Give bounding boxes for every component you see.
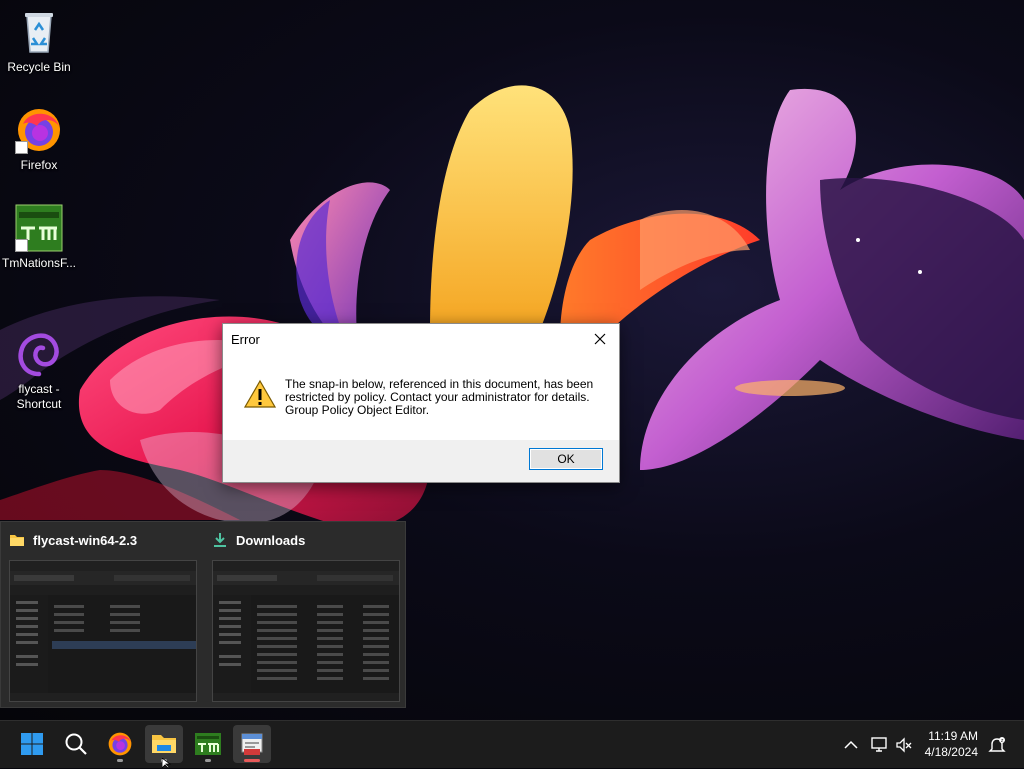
firefox-icon bbox=[15, 106, 63, 154]
shortcut-arrow-icon bbox=[15, 141, 28, 154]
preview-title: flycast-win64-2.3 bbox=[33, 532, 138, 548]
close-button[interactable] bbox=[589, 328, 611, 350]
file-explorer-icon bbox=[152, 735, 176, 753]
firefox-icon bbox=[108, 732, 132, 756]
running-indicator bbox=[117, 759, 123, 762]
taskbar-group-policy-editor[interactable] bbox=[233, 725, 271, 763]
chevron-up-icon bbox=[844, 740, 858, 749]
running-indicator bbox=[205, 759, 211, 762]
download-icon bbox=[212, 532, 228, 548]
desktop-icon-recycle-bin[interactable]: Recycle Bin bbox=[1, 8, 77, 75]
show-hidden-icons-button[interactable] bbox=[840, 721, 862, 769]
dialog-body: The snap-in below, referenced in this do… bbox=[223, 354, 619, 440]
taskbar-tmnations[interactable] bbox=[189, 725, 227, 763]
mouse-cursor-icon bbox=[162, 758, 172, 768]
clock[interactable]: 11:19 AM 4/18/2024 bbox=[908, 728, 978, 760]
preview-thumbnail bbox=[9, 560, 197, 702]
group-policy-icon bbox=[241, 733, 263, 755]
preview-window-downloads[interactable]: Downloads bbox=[204, 522, 402, 709]
desktop-icon-label: flycast - Shortcut bbox=[16, 382, 62, 411]
taskbar: 11:19 AM 4/18/2024 z bbox=[0, 720, 1024, 768]
network-icon bbox=[871, 737, 887, 752]
notification-bell-icon: z bbox=[988, 737, 1006, 752]
preview-title: Downloads bbox=[236, 532, 306, 548]
windows-icon bbox=[21, 733, 43, 755]
close-icon bbox=[594, 333, 606, 345]
desktop-icon-flycast[interactable]: flycast - Shortcut bbox=[1, 302, 77, 426]
clock-date: 4/18/2024 bbox=[924, 745, 978, 759]
tmnations-icon bbox=[195, 733, 221, 755]
taskbar-firefox[interactable] bbox=[101, 725, 139, 763]
desktop-icon-firefox[interactable]: Firefox bbox=[1, 106, 77, 173]
shortcut-arrow-icon bbox=[15, 239, 28, 252]
recycle-bin-icon bbox=[15, 8, 63, 56]
svg-text:z: z bbox=[1001, 738, 1004, 744]
warning-icon bbox=[244, 379, 276, 408]
folder-icon bbox=[9, 532, 25, 548]
clock-time: 11:19 AM bbox=[928, 729, 978, 743]
flycast-icon bbox=[15, 316, 63, 377]
desktop-icon-label: TmNationsF... bbox=[1, 256, 76, 270]
error-dialog: Error The snap-in below, referenced in t… bbox=[222, 323, 620, 483]
desktop-icon-label: Firefox bbox=[20, 158, 58, 172]
search-button[interactable] bbox=[57, 725, 95, 763]
search-icon bbox=[65, 733, 87, 755]
dialog-message: The snap-in below, referenced in this do… bbox=[285, 377, 594, 417]
desktop: Recycle Bin Firefox TmNationsF... flycas… bbox=[0, 0, 1024, 720]
network-button[interactable] bbox=[868, 721, 890, 769]
preview-window-flycast[interactable]: flycast-win64-2.3 bbox=[1, 522, 199, 709]
ok-button[interactable]: OK bbox=[529, 448, 603, 470]
preview-thumbnail bbox=[212, 560, 400, 702]
notifications-button[interactable]: z bbox=[986, 721, 1008, 769]
dialog-footer: OK bbox=[223, 440, 619, 482]
dialog-title: Error bbox=[231, 331, 260, 347]
running-indicator bbox=[244, 759, 260, 762]
desktop-icon-tmnations[interactable]: TmNationsF... bbox=[1, 204, 77, 271]
start-button[interactable] bbox=[13, 725, 51, 763]
desktop-icon-label: Recycle Bin bbox=[7, 60, 71, 74]
taskbar-preview: flycast-win64-2.3 Downloads bbox=[0, 521, 406, 708]
tmnations-icon bbox=[15, 204, 63, 252]
